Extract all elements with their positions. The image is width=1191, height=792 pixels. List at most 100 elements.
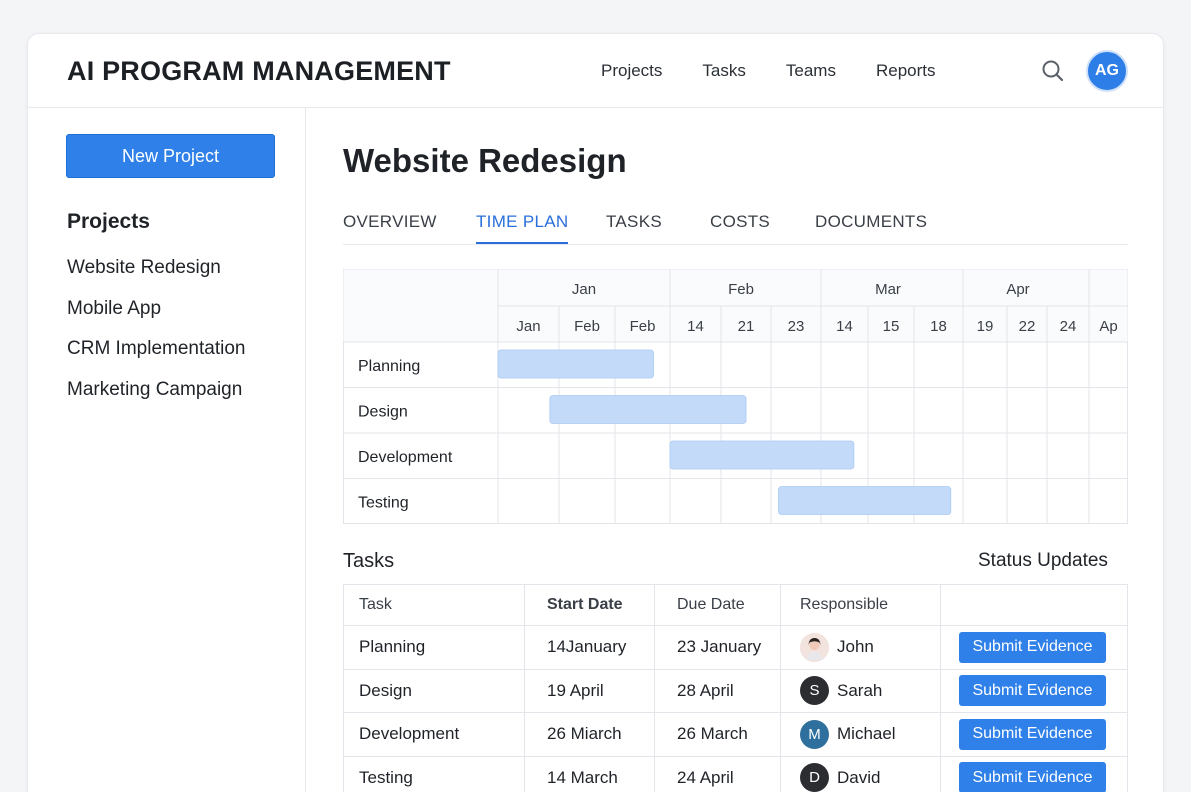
due-date-cell: 26 March: [654, 712, 781, 757]
gantt-column-label: 22: [1019, 318, 1036, 335]
tab-documents[interactable]: DOCUMENTS: [815, 212, 927, 242]
gantt-column-label: 18: [930, 318, 947, 335]
responsible-person: John: [800, 632, 940, 662]
sidebar: New Project Projects Website Redesign Mo…: [28, 108, 306, 792]
main-content: Website Redesign OVERVIEW TIME PLAN TASK…: [343, 108, 1163, 792]
gantt-month-label: Apr: [1006, 281, 1029, 298]
gantt-chart: Jan Feb Mar Apr Jan Feb Feb 14 21 23 14 15 18 19 22 24 A…: [343, 269, 1128, 524]
action-cell: Submit Evidence: [940, 755, 1128, 792]
gantt-column-label: 14: [687, 318, 704, 335]
responsible-cell: John: [780, 625, 941, 670]
start-date-cell: 14January: [524, 625, 655, 670]
task-name-cell: Testing: [343, 755, 525, 792]
column-header-due-date: Due Date: [654, 584, 781, 626]
gantt-bar: [778, 486, 952, 515]
tasks-table: Task Start Date Due Date Responsible Pla…: [343, 584, 1128, 792]
gantt-column-label: 19: [977, 318, 994, 335]
app-window: AI PROGRAM MANAGEMENT Projects Tasks Tea…: [27, 33, 1164, 792]
tab-overview[interactable]: OVERVIEW: [343, 212, 437, 242]
gantt-row-label: Testing: [358, 494, 409, 511]
responsible-cell: M Michael: [780, 712, 941, 757]
status-updates-heading: Status Updates: [978, 550, 1108, 571]
user-avatar[interactable]: AG: [1086, 50, 1128, 92]
submit-evidence-button[interactable]: Submit Evidence: [959, 718, 1106, 750]
column-header-actions: [940, 584, 1128, 626]
due-date-cell: 24 April: [654, 755, 781, 792]
nav-teams[interactable]: Teams: [786, 61, 836, 81]
action-cell: Submit Evidence: [940, 668, 1128, 713]
submit-evidence-button[interactable]: Submit Evidence: [959, 631, 1106, 663]
gantt-row-label: Design: [358, 403, 408, 420]
gantt-column-label: 15: [883, 318, 900, 335]
gantt-bar: [549, 395, 747, 424]
sidebar-item-mobile-app[interactable]: Mobile App: [67, 298, 245, 339]
start-date-cell: 26 Miarch: [524, 712, 655, 757]
gantt-column-label: Ap: [1099, 318, 1117, 335]
project-list: Website Redesign Mobile App CRM Implemen…: [67, 257, 245, 419]
start-date-cell: 19 April: [524, 668, 655, 713]
column-header-start-date: Start Date: [524, 584, 655, 626]
responsible-cell: S Sarah: [780, 668, 941, 713]
gantt-bar: [669, 440, 855, 470]
submit-evidence-button[interactable]: Submit Evidence: [959, 675, 1106, 707]
submit-evidence-button[interactable]: Submit Evidence: [959, 762, 1106, 792]
gantt-column-label: Feb: [574, 318, 600, 335]
column-header-task: Task: [343, 584, 525, 626]
tab-time-plan[interactable]: TIME PLAN: [476, 212, 569, 244]
tasks-heading: Tasks: [343, 550, 395, 572]
responsible-name: Sarah: [837, 680, 883, 700]
task-name-cell: Design: [343, 668, 525, 713]
new-project-button[interactable]: New Project: [66, 134, 275, 178]
gantt-column-label: 23: [788, 318, 805, 335]
table-header-row: Task Start Date Due Date Responsible: [343, 584, 1128, 626]
gantt-column-label: Feb: [630, 318, 656, 335]
page-title: Website Redesign: [343, 142, 627, 179]
nav-reports[interactable]: Reports: [876, 61, 936, 81]
sidebar-item-website-redesign[interactable]: Website Redesign: [67, 257, 245, 298]
table-row: Development 26 Miarch 26 March M Michael Subm…: [343, 712, 1128, 757]
responsible-person: S Sarah: [800, 676, 940, 706]
gantt-month-label: Feb: [728, 281, 754, 298]
responsible-person: D David: [800, 763, 940, 792]
app-title: AI PROGRAM MANAGEMENT: [67, 56, 451, 86]
main-nav: Projects Tasks Teams Reports: [601, 61, 976, 81]
gantt-column-label: Jan: [516, 318, 540, 335]
table-row: Testing 14 March 24 April D David Submit Evid…: [343, 755, 1128, 792]
person-photo-icon: [800, 632, 829, 662]
sidebar-heading: Projects: [67, 210, 150, 233]
gantt-row-label: Development: [358, 449, 453, 466]
avatar: D: [800, 763, 829, 792]
nav-projects[interactable]: Projects: [601, 61, 662, 81]
responsible-name: David: [837, 767, 881, 787]
action-cell: Submit Evidence: [940, 625, 1128, 670]
due-date-cell: 23 January: [654, 625, 781, 670]
responsible-name: John: [837, 637, 874, 657]
start-date-cell: 14 March: [524, 755, 655, 792]
gantt-month-label: Mar: [875, 281, 901, 298]
nav-tasks[interactable]: Tasks: [702, 61, 745, 81]
gantt-row-label: Planning: [358, 358, 420, 375]
gantt-column-label: 14: [836, 318, 853, 335]
sidebar-item-marketing-campaign[interactable]: Marketing Campaign: [67, 379, 245, 420]
gantt-bar: [497, 349, 654, 379]
action-cell: Submit Evidence: [940, 712, 1128, 757]
search-icon: [1042, 60, 1064, 82]
responsible-name: Michael: [837, 724, 896, 744]
tab-bar: OVERVIEW TIME PLAN TASKS COSTS DOCUMENTS: [343, 202, 1128, 245]
search-button[interactable]: [1040, 58, 1066, 84]
task-name-cell: Planning: [343, 625, 525, 670]
top-header: AI PROGRAM MANAGEMENT Projects Tasks Tea…: [28, 34, 1163, 108]
due-date-cell: 28 April: [654, 668, 781, 713]
responsible-cell: D David: [780, 755, 941, 792]
column-header-responsible: Responsible: [780, 584, 941, 626]
gantt-column-label: 24: [1060, 318, 1077, 335]
table-row: Planning 14January 23 January John Submit Ev…: [343, 625, 1128, 670]
avatar: M: [800, 719, 829, 749]
avatar: S: [800, 676, 829, 706]
tab-costs[interactable]: COSTS: [710, 212, 770, 242]
tab-tasks[interactable]: TASKS: [606, 212, 662, 242]
sidebar-item-crm-implementation[interactable]: CRM Implementation: [67, 338, 245, 379]
gantt-column-label: 21: [738, 318, 755, 335]
gantt-month-label: Jan: [572, 281, 596, 298]
table-row: Design 19 April 28 April S Sarah Submit Evide…: [343, 668, 1128, 713]
